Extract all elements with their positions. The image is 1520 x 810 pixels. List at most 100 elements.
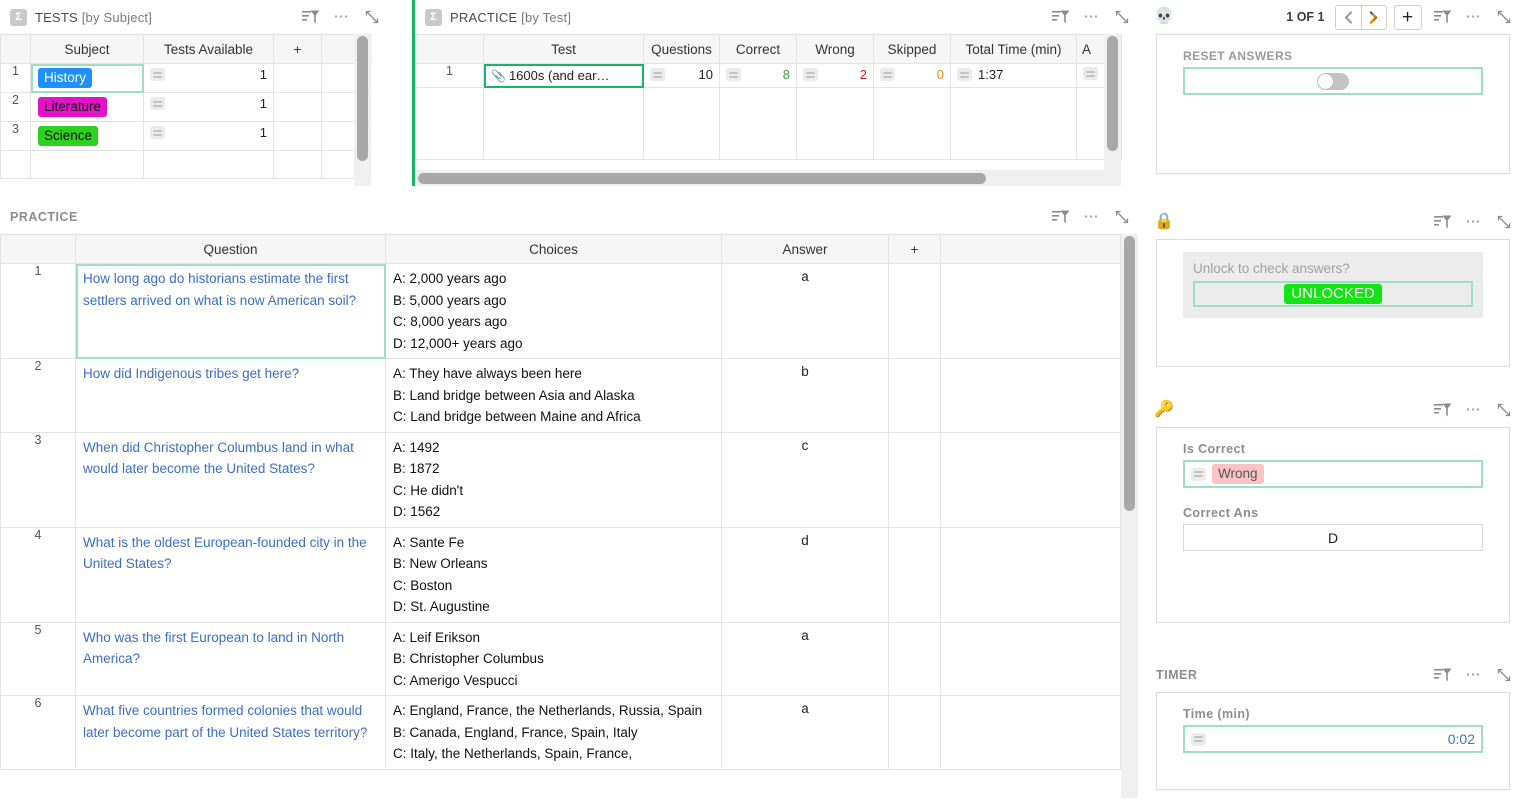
table-row[interactable]: 3 When did Christopher Columbus land in … (1, 432, 1121, 527)
cell-choices[interactable]: A: They have always been here B: Land br… (386, 359, 722, 433)
more-options-icon[interactable]: ⋯ (1466, 217, 1483, 227)
cell-total-time[interactable]: 1:37 (951, 64, 1077, 88)
expand-icon[interactable] (1496, 667, 1512, 683)
cell-answer[interactable]: a (722, 264, 889, 359)
cell-empty[interactable] (720, 88, 797, 160)
expand-icon[interactable] (1496, 402, 1512, 418)
horizontal-scrollbar[interactable] (415, 170, 1121, 186)
col-add[interactable]: + (889, 235, 941, 264)
unlock-status-field[interactable]: UNLOCKED (1193, 281, 1473, 307)
col-correct[interactable]: Correct (720, 35, 797, 64)
cell-choices[interactable]: A: England, France, the Netherlands, Rus… (386, 696, 722, 770)
cell-tests-available[interactable]: 1 (144, 122, 274, 151)
cell-question[interactable]: When did Christopher Columbus land in wh… (76, 432, 386, 527)
table-row[interactable]: 5 Who was the first European to land in … (1, 622, 1121, 696)
expand-icon[interactable] (1496, 214, 1512, 230)
col-wrong[interactable]: Wrong (797, 35, 874, 64)
cell-tests-available[interactable]: 1 (144, 64, 274, 93)
more-options-icon[interactable]: ⋯ (334, 12, 351, 22)
scrollbar-thumb[interactable] (1124, 236, 1135, 511)
cell-test[interactable]: 📎1600s (and ear… (484, 64, 644, 88)
col-subject[interactable]: Subject (31, 35, 144, 64)
filter-icon[interactable] (1434, 667, 1452, 683)
cell-add[interactable] (274, 93, 322, 122)
cell-empty[interactable] (644, 88, 720, 160)
cell-add[interactable] (889, 622, 941, 696)
cell-question[interactable]: How did Indigenous tribes get here? (76, 359, 386, 433)
cell-add[interactable] (274, 122, 322, 151)
filter-icon[interactable] (1052, 209, 1070, 225)
cell-answer[interactable]: c (722, 432, 889, 527)
col-add[interactable]: + (274, 35, 322, 64)
cell-empty[interactable] (31, 151, 144, 179)
cell-choices[interactable]: A: 1492 B: 1872 C: He didn't D: 1562 (386, 432, 722, 527)
cell-skipped[interactable]: 0 (874, 64, 951, 88)
prev-record-button[interactable] (1335, 5, 1361, 30)
cell-answer[interactable]: a (722, 696, 889, 770)
scrollbar-thumb[interactable] (1107, 36, 1118, 151)
table-row[interactable]: 2 Literature 1 (1, 93, 372, 122)
table-row[interactable]: 3 Science 1 (1, 122, 372, 151)
cell-empty[interactable] (484, 88, 644, 160)
more-options-icon[interactable]: ⋯ (1466, 670, 1483, 680)
cell-add[interactable] (889, 527, 941, 622)
expand-icon[interactable] (1114, 209, 1130, 225)
more-options-icon[interactable]: ⋯ (1084, 212, 1101, 222)
vertical-scrollbar[interactable] (1104, 34, 1121, 170)
table-row[interactable]: 1 History 1 (1, 64, 372, 93)
cell-tests-available[interactable]: 1 (144, 93, 274, 122)
expand-icon[interactable] (364, 9, 380, 25)
next-record-button[interactable] (1361, 5, 1387, 30)
col-tests-available[interactable]: Tests Available (144, 35, 274, 64)
scrollbar-thumb[interactable] (357, 36, 368, 161)
reset-answers-toggle[interactable] (1317, 73, 1349, 90)
more-options-icon[interactable]: ⋯ (1466, 12, 1483, 22)
col-skipped[interactable]: Skipped (874, 35, 951, 64)
cell-subject[interactable]: Science (31, 122, 144, 151)
table-row[interactable]: 4 What is the oldest European-founded ci… (1, 527, 1121, 622)
time-field[interactable]: 0:02 (1183, 725, 1483, 753)
cell-question[interactable]: What is the oldest European-founded city… (76, 527, 386, 622)
cell-empty[interactable] (874, 88, 951, 160)
col-choices[interactable]: Choices (386, 235, 722, 264)
col-questions[interactable]: Questions (644, 35, 720, 64)
table-row[interactable]: 1 How long ago do historians estimate th… (1, 264, 1121, 359)
cell-question[interactable]: Who was the first European to land in No… (76, 622, 386, 696)
col-total-time[interactable]: Total Time (min) (951, 35, 1077, 64)
reset-answers-toggle-field[interactable] (1183, 67, 1483, 95)
vertical-scrollbar[interactable] (354, 34, 371, 186)
col-test[interactable]: Test (484, 35, 644, 64)
cell-answer[interactable]: d (722, 527, 889, 622)
expand-icon[interactable] (1114, 9, 1130, 25)
correct-ans-field[interactable]: D (1183, 524, 1483, 551)
cell-add[interactable] (889, 432, 941, 527)
cell-choices[interactable]: A: 2,000 years ago B: 5,000 years ago C:… (386, 264, 722, 359)
cell-add[interactable] (889, 696, 941, 770)
col-question[interactable]: Question (76, 235, 386, 264)
cell-subject[interactable]: History (31, 64, 144, 93)
add-record-button[interactable]: + (1394, 5, 1422, 30)
more-options-icon[interactable]: ⋯ (1466, 405, 1483, 415)
cell-questions[interactable]: 10 (644, 64, 720, 88)
vertical-scrollbar[interactable] (1121, 234, 1138, 798)
cell-subject[interactable]: Literature (31, 93, 144, 122)
cell-answer[interactable]: a (722, 622, 889, 696)
cell-question[interactable]: What five countries formed colonies that… (76, 696, 386, 770)
scrollbar-thumb[interactable] (418, 173, 986, 184)
cell-empty[interactable] (144, 151, 274, 179)
col-answer[interactable]: Answer (722, 235, 889, 264)
cell-empty[interactable] (797, 88, 874, 160)
table-row[interactable]: 2 How did Indigenous tribes get here? A:… (1, 359, 1121, 433)
table-row[interactable]: 6 What five countries formed colonies th… (1, 696, 1121, 770)
cell-empty[interactable] (951, 88, 1077, 160)
cell-wrong[interactable]: 2 (797, 64, 874, 88)
filter-icon[interactable] (1434, 9, 1452, 25)
filter-icon[interactable] (1052, 9, 1070, 25)
cell-empty[interactable] (274, 151, 322, 179)
is-correct-field[interactable]: Wrong (1183, 460, 1483, 488)
cell-choices[interactable]: A: Leif Erikson B: Christopher Columbus … (386, 622, 722, 696)
more-options-icon[interactable]: ⋯ (1084, 12, 1101, 22)
cell-add[interactable] (889, 264, 941, 359)
table-row[interactable]: 1 📎1600s (and ear… 10 8 2 (416, 64, 1122, 88)
filter-icon[interactable] (302, 9, 320, 25)
